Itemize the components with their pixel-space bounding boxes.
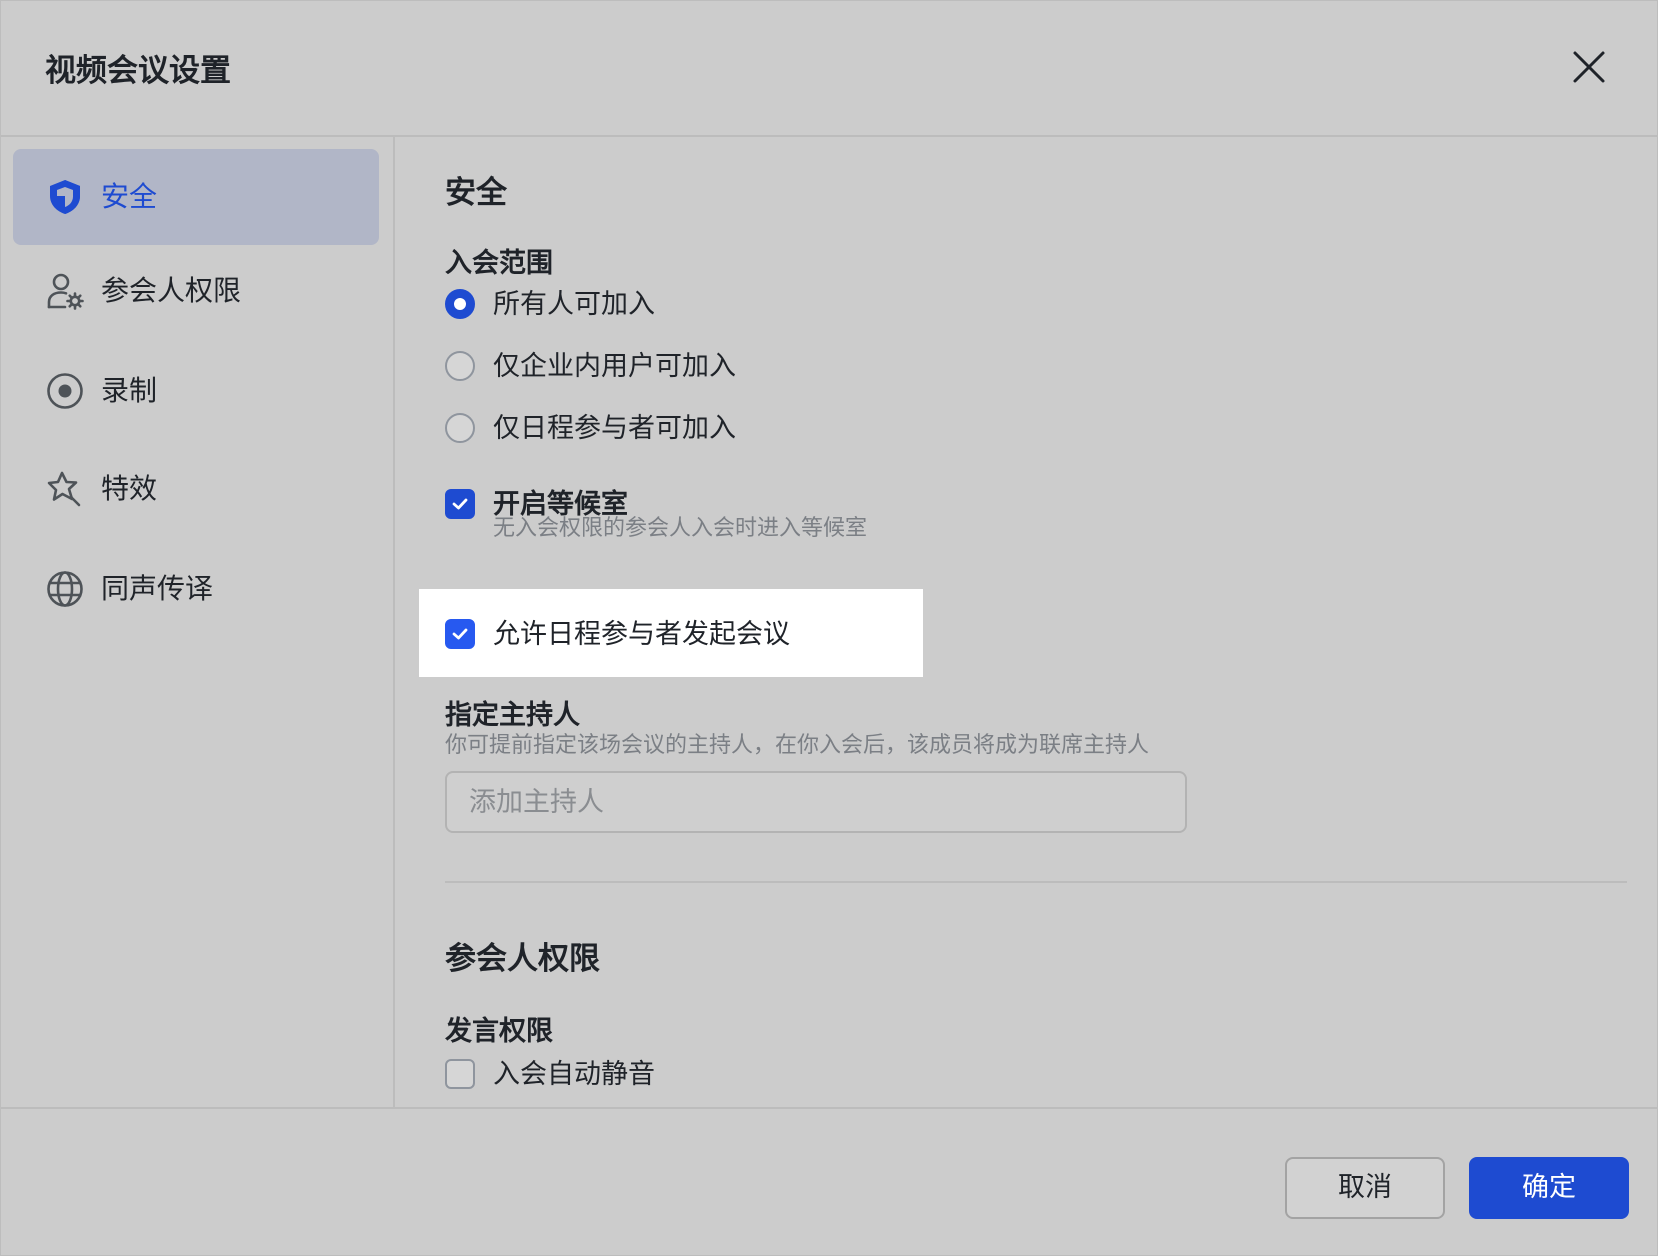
close-button[interactable]	[1569, 47, 1609, 87]
sidebar-item-security[interactable]: 安全	[13, 149, 379, 245]
section-title-security: 安全	[445, 175, 507, 211]
dialog-footer: 取消 确定	[1, 1107, 1657, 1255]
sidebar-item-label: 录制	[101, 374, 158, 407]
sidebar-item-recording[interactable]: 录制	[13, 343, 379, 439]
host-hint: 你可提前指定该场会议的主持人，在你入会后，该成员将成为联席主持人	[445, 733, 1150, 758]
checkmark-icon	[452, 628, 468, 640]
record-icon	[47, 373, 83, 409]
allow-attendee-start-checkbox[interactable]	[445, 619, 475, 649]
radio-button[interactable]	[445, 413, 475, 443]
option-label: 所有人可加入	[493, 289, 655, 320]
sidebar-item-label: 特效	[101, 472, 158, 505]
cancel-button[interactable]: 取消	[1285, 1157, 1445, 1219]
waiting-room-checkbox[interactable]	[445, 489, 475, 519]
confirm-button[interactable]: 确定	[1469, 1157, 1629, 1219]
radio-button[interactable]	[445, 289, 475, 319]
join-scope-label: 入会范围	[445, 248, 553, 279]
sidebar-item-label: 参会人权限	[101, 274, 242, 307]
shield-icon	[50, 180, 80, 214]
sparkle-star-icon	[47, 471, 81, 507]
dialog-header: 视频会议设置	[1, 1, 1657, 137]
settings-content[interactable]: 安全 入会范围 所有人可加入 仅企业内用户可加入 仅日程参与者可加入 开启等候室…	[395, 137, 1657, 1107]
sidebar-item-interpretation[interactable]: 同声传译	[13, 541, 379, 637]
section-divider	[445, 881, 1627, 883]
auto-mute-checkbox[interactable]	[445, 1059, 475, 1089]
settings-sidebar: 安全 参会人权限 录制 特效 同声传译	[1, 137, 395, 1107]
option-label: 仅日程参与者可加入	[493, 413, 736, 444]
section-title-participant-permissions: 参会人权限	[445, 941, 600, 977]
add-host-input[interactable]	[445, 771, 1187, 833]
sidebar-item-participant-permissions[interactable]: 参会人权限	[13, 243, 379, 339]
checkmark-icon	[452, 498, 468, 510]
settings-dialog: 视频会议设置 安全 参会人权限 录制 特效 同声传译 安全 入会范围 所有人可加…	[0, 0, 1658, 1256]
option-label: 入会自动静音	[493, 1059, 655, 1090]
sidebar-item-label: 同声传译	[101, 572, 214, 605]
user-settings-icon	[47, 273, 84, 310]
globe-icon	[47, 571, 83, 607]
option-label: 仅企业内用户可加入	[493, 351, 736, 382]
host-label: 指定主持人	[445, 700, 580, 731]
sidebar-item-effects[interactable]: 特效	[13, 441, 379, 537]
speak-permission-label: 发言权限	[445, 1016, 553, 1047]
radio-button[interactable]	[445, 351, 475, 381]
option-label: 允许日程参与者发起会议	[493, 619, 790, 650]
sidebar-item-label: 安全	[101, 180, 158, 213]
close-icon	[1573, 51, 1605, 83]
dialog-title: 视频会议设置	[45, 53, 231, 89]
waiting-room-hint: 无入会权限的参会人入会时进入等候室	[493, 516, 868, 541]
